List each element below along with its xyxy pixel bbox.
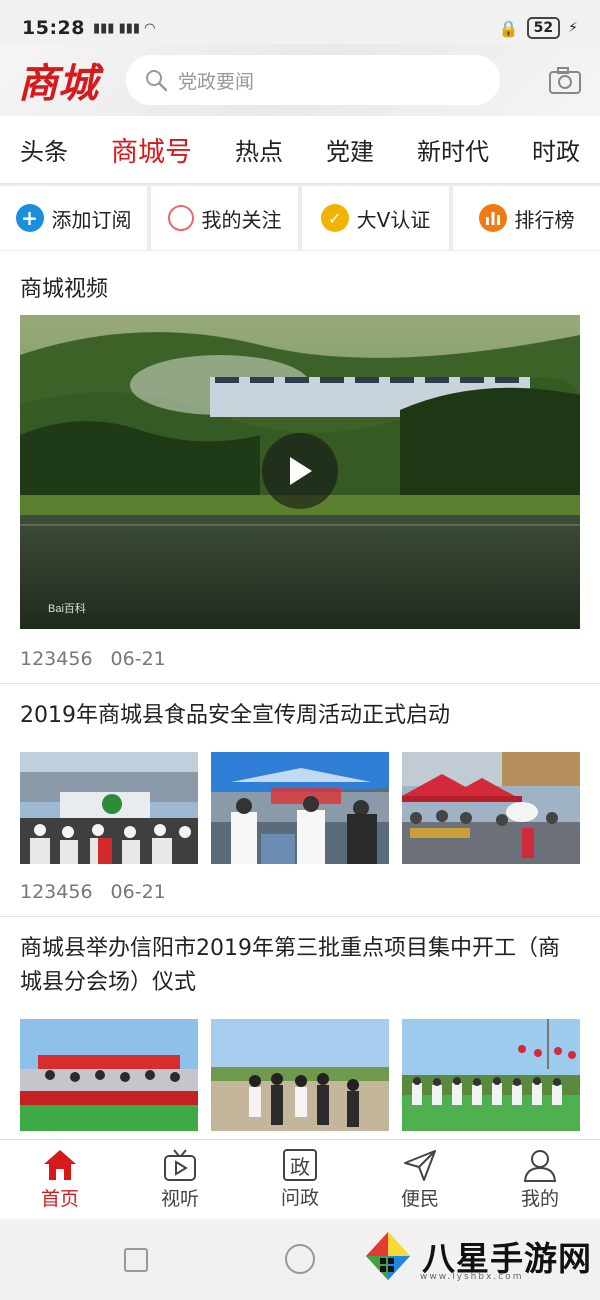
site-watermark: 八星手游网 www.lyshbx.com xyxy=(360,1228,592,1284)
article-image xyxy=(20,752,198,864)
home-icon xyxy=(44,1150,76,1180)
my-follows-button[interactable]: 我的关注 xyxy=(151,186,298,250)
sub-tab-label: 添加订阅 xyxy=(51,207,132,232)
v-badge-icon: ✓ xyxy=(320,204,349,232)
feed: 商城视频 Bai百科 123456 06-21 2019年商城县食品安全宣传周活… xyxy=(0,251,600,1139)
article-image xyxy=(402,752,580,864)
nav-service[interactable]: 便民 xyxy=(360,1140,480,1219)
tv-play-icon xyxy=(164,1149,196,1181)
battery-indicator: 52 xyxy=(526,17,561,39)
send-icon xyxy=(404,1150,436,1181)
category-tabs: 头条 商城号 热点 党建 新时代 时政 xyxy=(0,116,600,184)
nav-label: 首页 xyxy=(40,1188,79,1210)
nav-profile[interactable]: 我的 xyxy=(480,1140,600,1219)
home-system-button[interactable] xyxy=(285,1244,315,1274)
tab-headline[interactable]: 头条 xyxy=(20,132,68,167)
play-icon xyxy=(290,457,312,485)
view-count: 123456 xyxy=(20,881,93,903)
ring-icon xyxy=(167,205,194,231)
charging-icon: ⚡ xyxy=(568,20,578,36)
divider xyxy=(0,683,600,684)
tab-hot[interactable]: 热点 xyxy=(235,132,283,167)
big-v-button[interactable]: ✓ 大V认证 xyxy=(302,186,449,250)
video-meta: 123456 06-21 xyxy=(20,648,166,670)
nav-label: 问政 xyxy=(280,1187,319,1209)
article-title[interactable]: 2019年商城县食品安全宣传周活动正式启动 xyxy=(20,699,580,733)
app-header: 商城 党政要闻 xyxy=(0,44,600,116)
user-icon xyxy=(523,1150,557,1182)
camera-icon[interactable] xyxy=(548,65,582,95)
article-meta: 123456 06-21 xyxy=(20,881,166,903)
nav-politics[interactable]: 政 问政 xyxy=(240,1140,360,1219)
search-placeholder: 党政要闻 xyxy=(178,70,255,93)
video-player[interactable]: Bai百科 xyxy=(20,315,580,629)
play-button[interactable] xyxy=(262,433,338,509)
bottom-nav: 首页 视听 政 问政 便民 我的 xyxy=(0,1139,600,1219)
sub-tabs: + 添加订阅 我的关注 ✓ 大V认证 排行榜 xyxy=(0,184,600,251)
tab-shangcheng-hao[interactable]: 商城号 xyxy=(111,130,192,169)
article-thumbnails[interactable] xyxy=(20,752,580,864)
view-count: 123456 xyxy=(20,648,93,670)
zheng-box-icon: 政 xyxy=(283,1149,317,1181)
watermark-logo-icon xyxy=(366,1232,410,1280)
nav-media[interactable]: 视听 xyxy=(120,1140,240,1219)
divider xyxy=(0,916,600,917)
post-date: 06-21 xyxy=(110,648,166,670)
post-date: 06-21 xyxy=(110,881,166,903)
sub-tab-label: 排行榜 xyxy=(514,207,575,232)
lock-icon: 🔒 xyxy=(498,18,519,38)
tab-party[interactable]: 党建 xyxy=(326,132,374,167)
nav-label: 视听 xyxy=(160,1188,199,1210)
ranking-button[interactable]: 排行榜 xyxy=(453,186,600,250)
watermark-url: www.lyshbx.com xyxy=(420,1272,524,1282)
clock: 15:28 xyxy=(22,17,85,39)
sub-tab-label: 大V认证 xyxy=(356,207,431,232)
article-image xyxy=(402,1019,580,1131)
signal-icon: ▮▮▮ ▮▮▮ ◠ xyxy=(92,20,156,36)
article-image xyxy=(20,1019,198,1131)
nav-label: 我的 xyxy=(520,1188,559,1210)
nav-label: 便民 xyxy=(400,1188,439,1210)
chart-icon xyxy=(478,204,507,232)
plus-circle-icon: + xyxy=(15,204,44,232)
video-watermark: Bai百科 xyxy=(48,601,86,615)
article-thumbnails[interactable] xyxy=(20,1019,580,1131)
app-logo: 商城 xyxy=(18,60,98,107)
sub-tab-label: 我的关注 xyxy=(201,207,282,232)
article-image xyxy=(211,1019,389,1131)
recent-apps-button[interactable] xyxy=(124,1248,148,1272)
add-subscription-button[interactable]: + 添加订阅 xyxy=(0,186,147,250)
video-section-title: 商城视频 xyxy=(20,277,109,302)
article-title[interactable]: 商城县举办信阳市2019年第三批重点项目集中开工（商城县分会场）仪式 xyxy=(20,932,580,1000)
nav-home[interactable]: 首页 xyxy=(0,1140,120,1219)
search-box[interactable]: 党政要闻 xyxy=(126,55,500,105)
search-icon xyxy=(146,70,168,92)
tab-new-era[interactable]: 新时代 xyxy=(417,132,489,167)
article-image xyxy=(211,752,389,864)
tab-politics[interactable]: 时政 xyxy=(532,132,580,167)
